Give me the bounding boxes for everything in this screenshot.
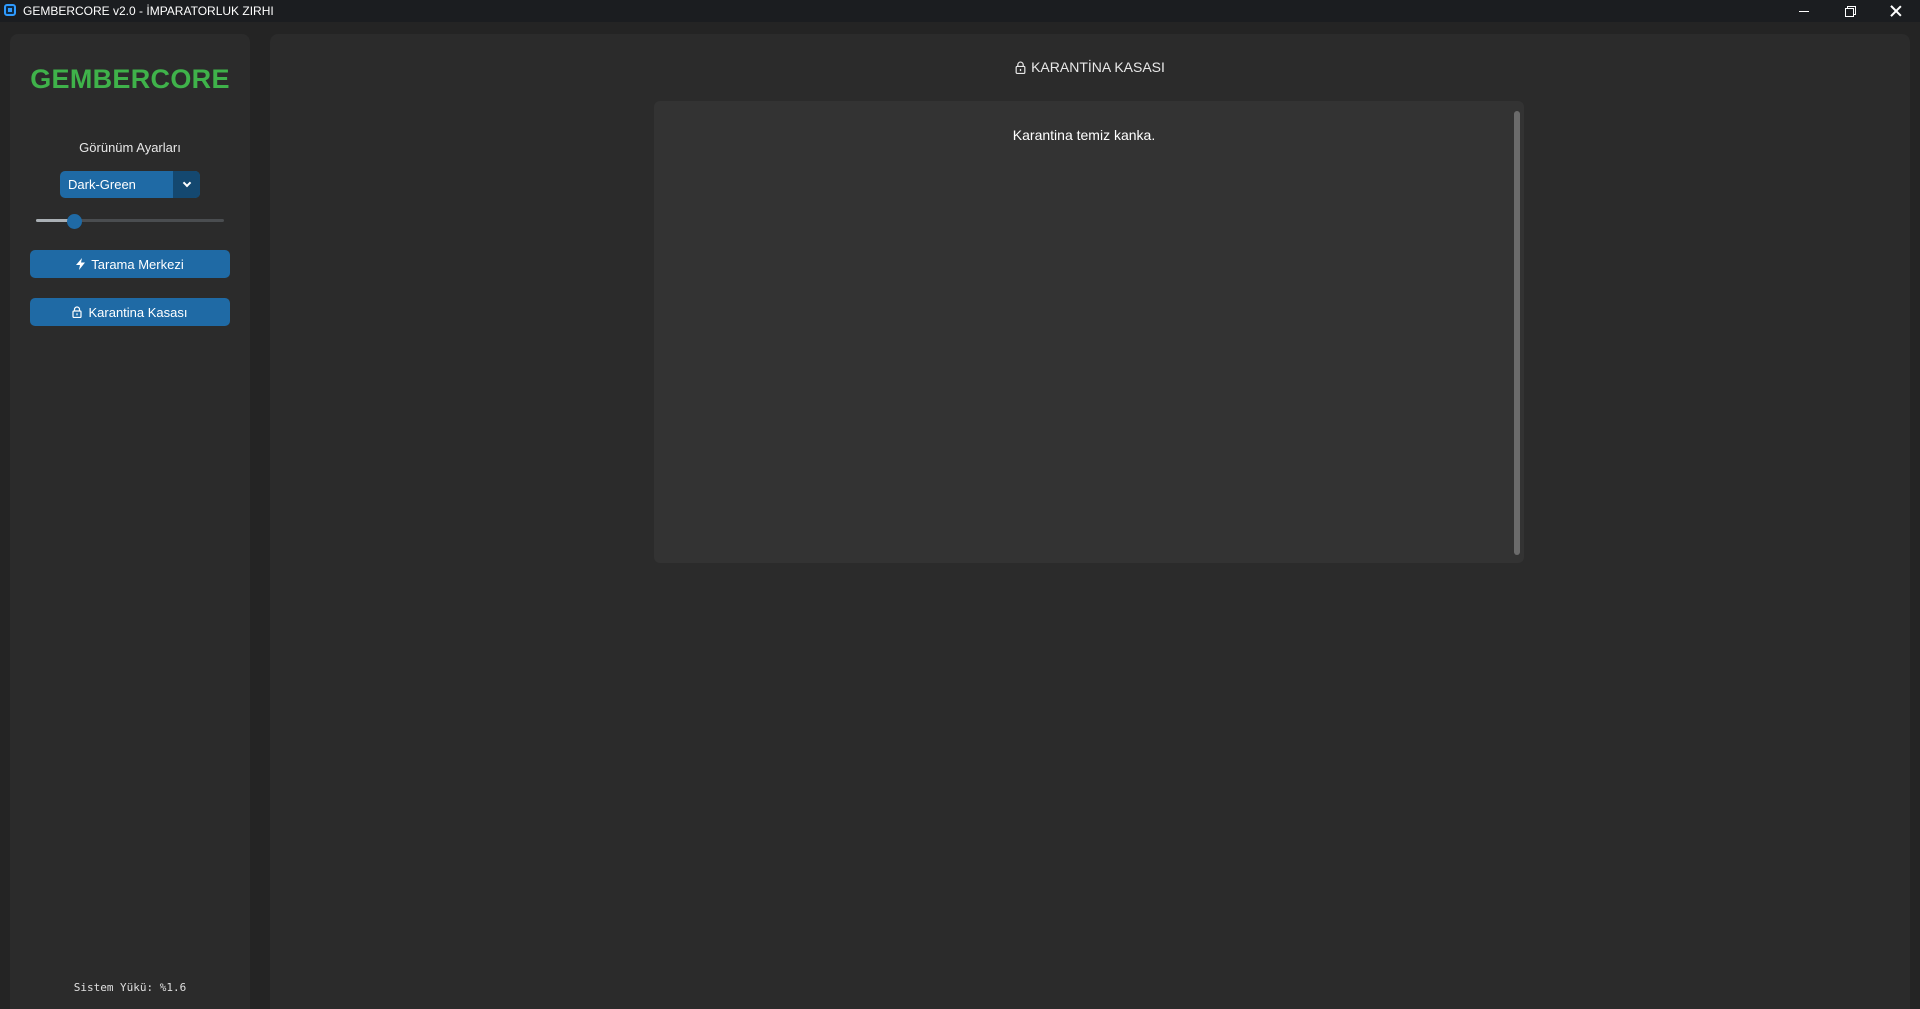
quarantine-empty-message: Karantina temiz kanka. bbox=[1012, 127, 1156, 143]
close-button[interactable] bbox=[1873, 0, 1919, 22]
brand-logo-text: GEMBERCORE bbox=[30, 64, 230, 94]
quarantine-list[interactable]: Karantina temiz kanka. bbox=[654, 101, 1524, 563]
close-icon bbox=[1890, 5, 1902, 17]
system-load-status: Sistem Yükü: %1.6 bbox=[73, 981, 187, 994]
minimize-button[interactable] bbox=[1781, 0, 1827, 22]
quarantine-vault-label: Karantina Kasası bbox=[88, 304, 188, 320]
theme-select[interactable]: Dark-Green bbox=[60, 171, 200, 198]
page-title: KARANTİNA KASASI bbox=[270, 59, 1910, 75]
restore-icon bbox=[1845, 6, 1856, 17]
page-title-text: KARANTİNA KASASI bbox=[1031, 59, 1165, 75]
app-icon bbox=[4, 4, 16, 16]
chevron-down-icon bbox=[182, 178, 191, 188]
scan-center-label: Tarama Merkezi bbox=[91, 256, 184, 272]
appearance-settings-label: Görünüm Ayarları bbox=[79, 140, 181, 155]
scan-center-button[interactable]: Tarama Merkezi bbox=[30, 250, 230, 278]
slider-thumb[interactable] bbox=[67, 214, 82, 229]
theme-select-value[interactable]: Dark-Green bbox=[60, 171, 173, 198]
window-title: GEMBERCORE v2.0 - İMPARATORLUK ZIRHI bbox=[23, 4, 274, 18]
lock-icon bbox=[72, 306, 83, 318]
theme-select-dropdown-button[interactable] bbox=[173, 171, 200, 198]
sidebar: GEMBERCORE Görünüm Ayarları Dark-Green T… bbox=[10, 34, 250, 1009]
scale-slider[interactable] bbox=[36, 214, 224, 229]
scrollbar[interactable] bbox=[1514, 111, 1520, 555]
quarantine-vault-button[interactable]: Karantina Kasası bbox=[30, 298, 230, 326]
minimize-icon bbox=[1799, 10, 1809, 12]
lightning-icon bbox=[76, 258, 86, 270]
lock-icon bbox=[1015, 61, 1026, 74]
maximize-button[interactable] bbox=[1827, 0, 1873, 22]
main-panel: KARANTİNA KASASI Karantina temiz kanka. bbox=[270, 34, 1910, 1009]
title-bar: GEMBERCORE v2.0 - İMPARATORLUK ZIRHI bbox=[0, 0, 1920, 22]
